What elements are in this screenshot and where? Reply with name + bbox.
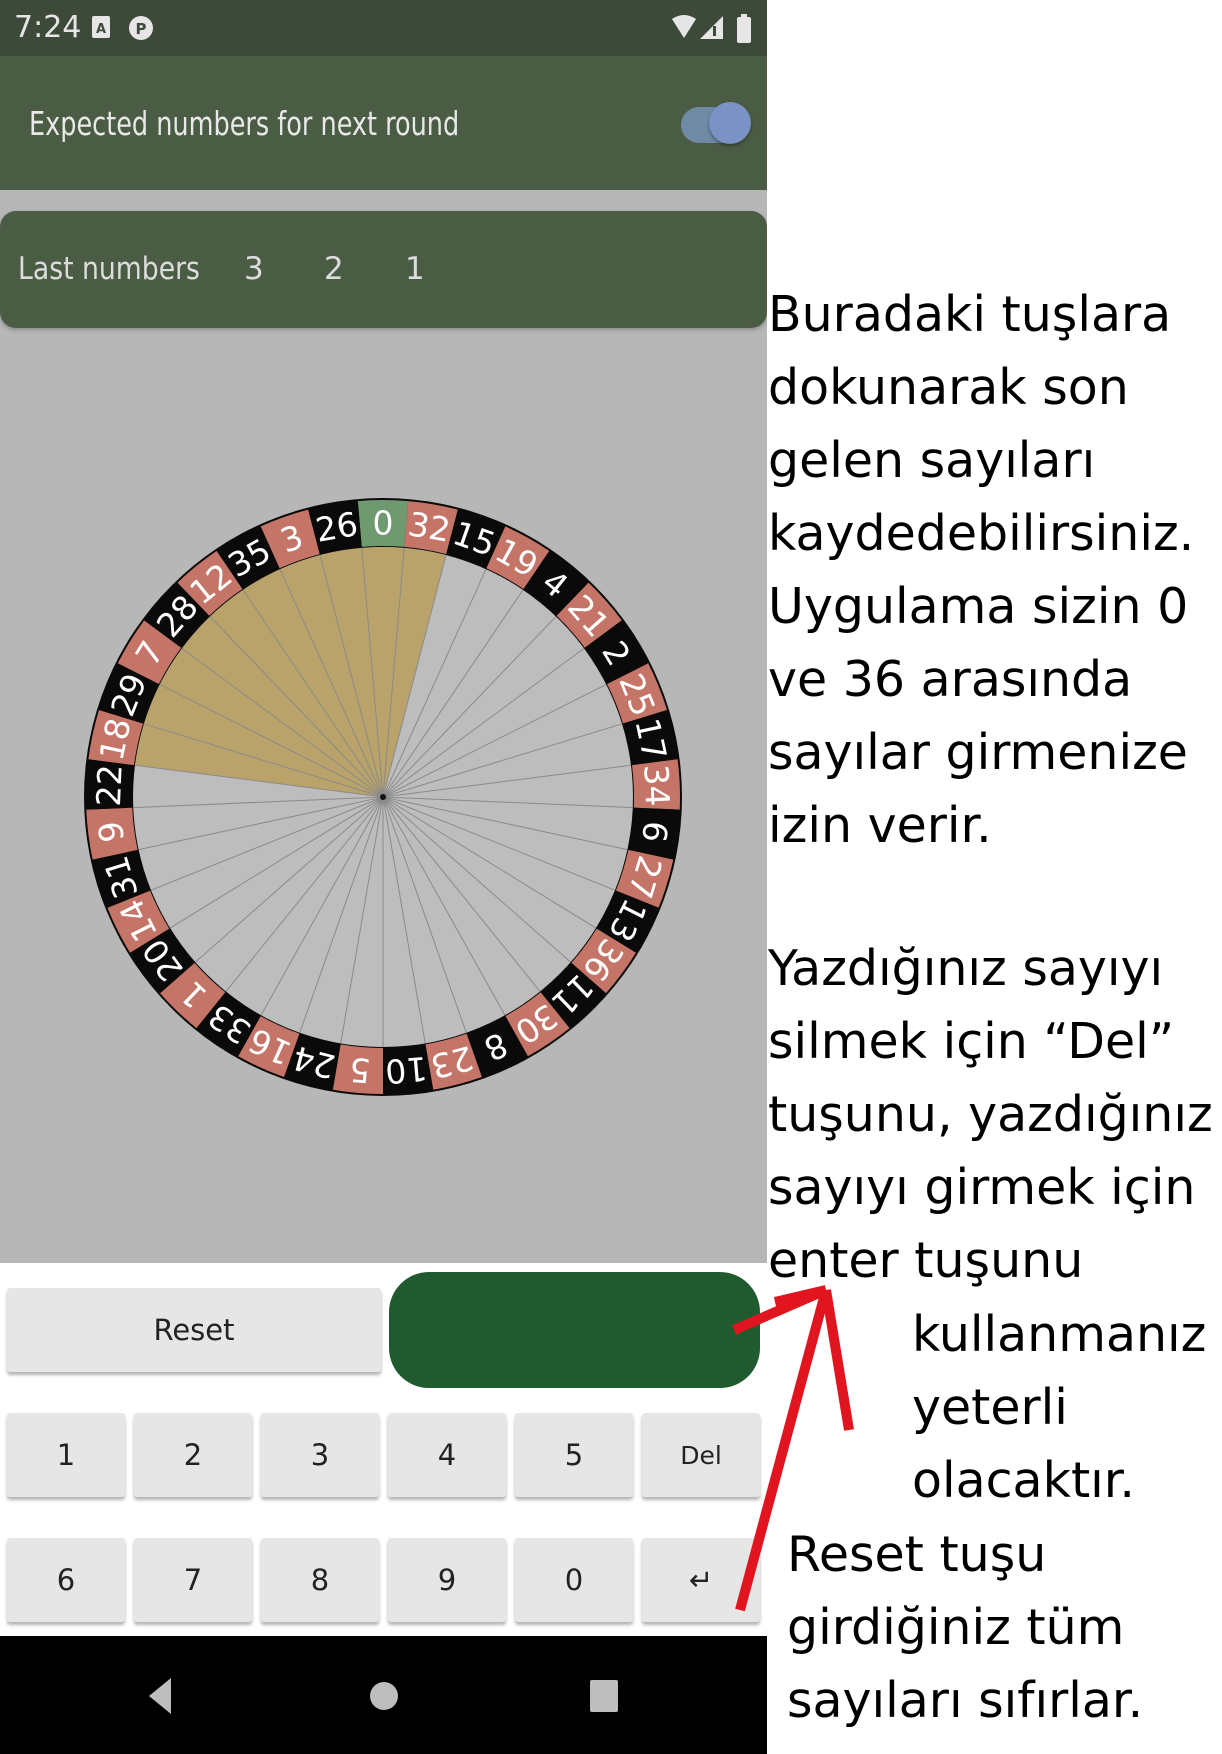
key-2[interactable]: 2 <box>134 1413 252 1497</box>
key-3[interactable]: 3 <box>261 1413 379 1497</box>
last-numbers-label: Last numbers <box>18 251 200 287</box>
instruction-text-2: Yazdığınız sayıyı silmek için “Del” tuşu… <box>768 940 1213 1289</box>
wheel-number: 5 <box>348 1050 372 1091</box>
enter-key[interactable]: ↵ <box>642 1538 760 1622</box>
svg-text:A: A <box>96 22 106 37</box>
toggle-thumb[interactable] <box>709 102 751 144</box>
phone-screen: 7:24 A P Expected numbers for next round… <box>0 0 767 1754</box>
instruction-text-1: Buradaki tuşlara dokunarak son gelen say… <box>768 286 1195 854</box>
sim-card-a-icon: A <box>90 14 112 40</box>
last-number-value: 2 <box>324 251 344 287</box>
wifi-icon <box>671 14 697 40</box>
wheel-number: 34 <box>636 764 677 808</box>
roulette-wheel: 0 321519421225173462713361130823105241633… <box>84 498 682 1096</box>
key-4[interactable]: 4 <box>388 1413 506 1497</box>
last-number-value: 3 <box>244 251 264 287</box>
instruction-text-4: Reset tuşu girdiğiniz tüm sayıları sıfır… <box>787 1526 1144 1729</box>
wheel-number: 22 <box>89 764 130 808</box>
key-6[interactable]: 6 <box>7 1538 125 1622</box>
app-title: Expected numbers for next round <box>29 104 460 143</box>
wheel-number: 0 <box>373 504 394 543</box>
key-1[interactable]: 1 <box>7 1413 125 1497</box>
battery-icon <box>736 14 752 43</box>
recents-icon[interactable] <box>589 1679 619 1713</box>
wheel-number: 32 <box>405 504 453 550</box>
enter-display-button[interactable] <box>389 1272 760 1388</box>
key-8[interactable]: 8 <box>261 1538 379 1622</box>
keypad: Reset 1 2 3 4 5 Del 6 7 8 9 0 ↵ <box>0 1263 767 1636</box>
status-time: 7:24 <box>14 10 82 45</box>
wheel-number: 10 <box>384 1049 429 1091</box>
instruction-text-3: kullanmanız yeterli olacaktır. <box>912 1306 1207 1509</box>
wheel-number: 26 <box>313 504 361 550</box>
svg-text:P: P <box>136 20 147 38</box>
signal-icon <box>699 14 725 40</box>
key-5[interactable]: 5 <box>515 1413 633 1497</box>
last-number-value: 1 <box>405 251 425 287</box>
back-icon[interactable] <box>145 1676 175 1716</box>
app-bar: Expected numbers for next round <box>0 56 767 190</box>
delete-button[interactable]: Del <box>642 1413 760 1497</box>
reset-button[interactable]: Reset <box>7 1288 381 1372</box>
wheel-center <box>380 794 386 800</box>
status-bar: 7:24 A P <box>0 0 767 56</box>
circle-app-icon: P <box>126 14 156 40</box>
key-7[interactable]: 7 <box>134 1538 252 1622</box>
key-0[interactable]: 0 <box>515 1538 633 1622</box>
key-9[interactable]: 9 <box>388 1538 506 1622</box>
navigation-bar <box>0 1636 767 1754</box>
home-icon[interactable] <box>369 1681 399 1711</box>
